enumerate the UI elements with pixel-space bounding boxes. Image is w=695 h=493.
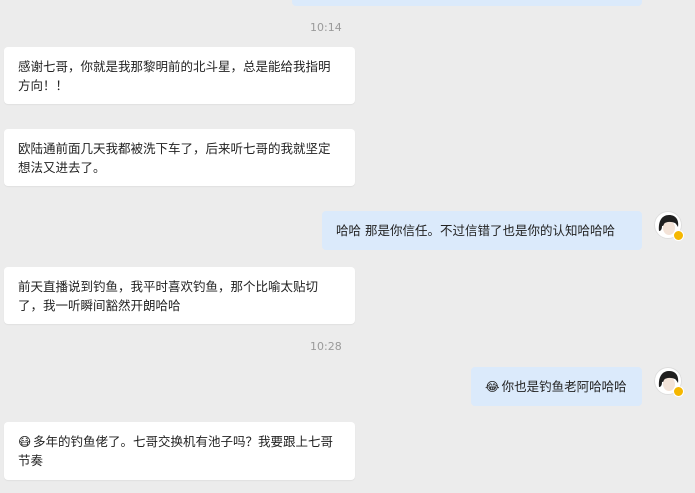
message-text: 多年的钓鱼佬了。七哥交换机有池子吗？我要跟上七哥 节奏	[18, 434, 334, 468]
user-avatar-icon[interactable]	[654, 367, 684, 397]
message-text: 感谢七哥，你就是我那黎明前的北斗星，总是能给我指明 方向！！	[18, 58, 331, 93]
message-text: 前天直播说到钓鱼，我平时喜欢钓鱼，那个比喻太贴切 了，我一听瞬间豁然开朗哈哈	[18, 278, 319, 313]
verified-badge-icon	[673, 230, 684, 241]
message-bubble-incoming[interactable]: 感谢七哥，你就是我那黎明前的北斗星，总是能给我指明 方向！！	[4, 47, 355, 104]
mask-emoji-icon: 😷	[18, 434, 32, 449]
message-bubble-outgoing[interactable]: 😂 你也是钓鱼老阿哈哈哈	[471, 367, 642, 406]
message-text: 欧陆通前面几天我都被洗下车了，后来听七哥的我就坚定 想法又进去了。	[18, 140, 331, 175]
message-text: 哈哈 那是你信任。不过信错了也是你的认知哈哈哈	[336, 223, 615, 238]
verified-badge-icon	[673, 386, 684, 397]
user-avatar-icon[interactable]	[654, 211, 684, 241]
laugh-emoji-icon: 😂	[485, 379, 500, 394]
timestamp: 10:14	[310, 21, 342, 34]
message-bubble-outgoing[interactable]: 哈哈 那是你信任。不过信错了也是你的认知哈哈哈	[322, 211, 642, 250]
message-content: 😷 多年的钓鱼佬了。七哥交换机有池子吗？我要跟上七哥 节奏	[18, 432, 333, 470]
previous-message-fragment	[292, 0, 642, 6]
message-text: 你也是钓鱼老阿哈哈哈	[501, 379, 627, 394]
message-bubble-incoming[interactable]: 😷 多年的钓鱼佬了。七哥交换机有池子吗？我要跟上七哥 节奏	[4, 422, 355, 480]
timestamp: 10:28	[310, 340, 342, 353]
message-bubble-incoming[interactable]: 欧陆通前面几天我都被洗下车了，后来听七哥的我就坚定 想法又进去了。	[4, 129, 355, 186]
message-bubble-incoming[interactable]: 前天直播说到钓鱼，我平时喜欢钓鱼，那个比喻太贴切 了，我一听瞬间豁然开朗哈哈	[4, 267, 355, 324]
